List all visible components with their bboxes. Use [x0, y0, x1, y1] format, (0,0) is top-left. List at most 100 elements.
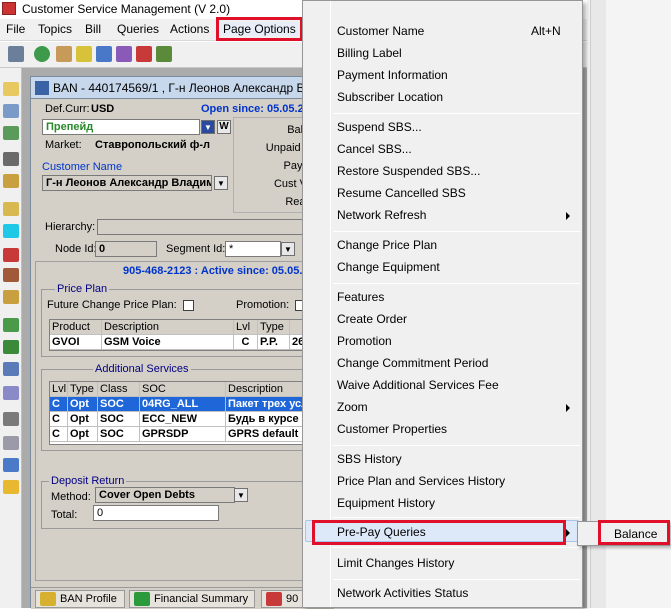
menu-item-zoom[interactable]: Zoom — [337, 400, 368, 414]
menu-topics[interactable]: Topics — [36, 22, 74, 36]
menu-separator — [333, 231, 580, 232]
prepay-select[interactable]: Препейд — [42, 119, 200, 135]
chevron-down-icon[interactable]: ▼ — [234, 488, 248, 502]
menu-file[interactable]: File — [4, 22, 27, 36]
future-change-checkbox[interactable] — [183, 300, 194, 311]
menu-page-options[interactable]: Page Options — [216, 17, 303, 41]
table-row-cell[interactable]: GVOI — [50, 335, 102, 350]
calculator-icon[interactable] — [3, 152, 19, 166]
transfer-icon[interactable] — [3, 290, 19, 304]
table-row-cell[interactable]: GSM Voice — [102, 335, 234, 350]
menu-item-payment-information[interactable]: Payment Information — [337, 68, 448, 82]
chevron-down-icon[interactable]: ▼ — [201, 120, 215, 134]
menu-item-resume-cancelled-sbs[interactable]: Resume Cancelled SBS — [337, 186, 466, 200]
vertical-scrollbar[interactable] — [590, 0, 606, 608]
tab-ban-profile-label: BAN Profile — [60, 593, 117, 605]
menu-item-promotion[interactable]: Promotion — [337, 334, 392, 348]
table-row-cell[interactable]: GPRSDP — [140, 427, 226, 442]
total-label: Total: — [51, 509, 78, 521]
menu-queries[interactable]: Queries — [115, 22, 161, 36]
menu-item-customer-properties[interactable]: Customer Properties — [337, 422, 447, 436]
menu-bill[interactable]: Bill — [83, 22, 103, 36]
hierarchy-field[interactable] — [97, 219, 331, 235]
menu-item-network-refresh[interactable]: Network Refresh — [337, 208, 426, 222]
table-row-cell[interactable]: SOC — [98, 412, 140, 427]
table-row-cell[interactable]: SOC — [98, 427, 140, 442]
ban-window-title: BAN - 440174569/1 , Г-н Леонов Александр… — [53, 81, 315, 95]
customer-name-field[interactable]: Г-н Леонов Александр Владим — [42, 175, 212, 191]
node-id-field[interactable]: 0 — [95, 241, 157, 257]
table-row-cell[interactable]: SOC — [98, 397, 140, 412]
table-row-cell[interactable]: C — [234, 335, 258, 350]
menu-item-sbs-history[interactable]: SBS History — [337, 452, 402, 466]
pp-col-lvl: Lvl — [234, 320, 258, 335]
w-button[interactable]: W — [217, 120, 231, 134]
table-row-cell[interactable]: ECC_NEW — [140, 412, 226, 427]
menu-item-features[interactable]: Features — [337, 290, 384, 304]
menu-item-limit-changes-history[interactable]: Limit Changes History — [337, 556, 454, 570]
deposit-return-label: Deposit Return — [49, 475, 127, 487]
table-row-cell[interactable]: P.P. — [258, 335, 290, 350]
menu-item-change-commitment-period[interactable]: Change Commitment Period — [337, 356, 488, 370]
notes-icon[interactable] — [3, 202, 19, 216]
note-icon[interactable] — [116, 46, 132, 62]
table-row-cell[interactable]: 04RG_ALL — [140, 397, 226, 412]
pencil-icon[interactable] — [3, 248, 19, 262]
menu-item-suspend-sbs[interactable]: Suspend SBS... — [337, 120, 422, 134]
table-row-cell[interactable]: Opt — [68, 397, 98, 412]
menu-item-change-equipment[interactable]: Change Equipment — [337, 260, 440, 274]
menu-actions[interactable]: Actions — [168, 22, 211, 36]
save-icon[interactable] — [3, 412, 19, 426]
list-icon[interactable] — [3, 318, 19, 332]
method-select[interactable]: Cover Open Debts — [95, 487, 235, 503]
menu-item-change-price-plan[interactable]: Change Price Plan — [337, 238, 437, 252]
people-icon[interactable] — [3, 480, 19, 494]
table-row-cell[interactable]: C — [50, 397, 68, 412]
table-row-cell[interactable]: C — [50, 412, 68, 427]
menu-item-restore-suspended-sbs[interactable]: Restore Suspended SBS... — [337, 164, 480, 178]
total-field[interactable]: 0 — [93, 505, 219, 521]
menu-separator — [333, 113, 580, 114]
cyan-square-icon[interactable] — [3, 224, 19, 238]
menu-item-billing-label[interactable]: Billing Label — [337, 46, 402, 60]
ban-window: BAN - 440174569/1 , Г-н Леонов Александр… — [30, 76, 335, 609]
price-plan-table: Product Description Lvl Type GVOI GSM Vo… — [49, 319, 334, 351]
segment-id-field[interactable]: * — [225, 241, 281, 257]
submenu-arrow-icon — [566, 212, 570, 220]
refresh-icon[interactable] — [34, 46, 50, 62]
menu-item-customer-name[interactable]: Customer Name — [337, 24, 424, 38]
properties-icon[interactable] — [8, 46, 24, 62]
phone-icon[interactable] — [96, 46, 112, 62]
arrows-icon[interactable] — [3, 126, 19, 140]
stack-icon[interactable] — [3, 340, 19, 354]
tab-ban-profile[interactable]: BAN Profile — [35, 590, 125, 608]
chevron-down-icon[interactable]: ▼ — [214, 176, 228, 190]
as-col-soc: SOC — [140, 382, 226, 397]
menu-item-price-plan-services-history[interactable]: Price Plan and Services History — [337, 474, 505, 488]
menu-item-waive-additional-services-fee[interactable]: Waive Additional Services Fee — [337, 378, 499, 392]
table-row-cell[interactable]: C — [50, 427, 68, 442]
server-icon[interactable] — [3, 436, 19, 450]
chevron-down-icon[interactable]: ▼ — [281, 242, 295, 256]
menu-item-subscriber-location[interactable]: Subscriber Location — [337, 90, 443, 104]
tab-subscriber-label: 90 — [286, 593, 299, 605]
menu-item-network-activities-status[interactable]: Network Activities Status — [337, 586, 468, 600]
print-icon[interactable] — [3, 386, 19, 400]
report-icon[interactable] — [3, 362, 19, 376]
tab-financial-summary[interactable]: Financial Summary — [129, 590, 255, 608]
alert-icon[interactable] — [136, 46, 152, 62]
menu-item-cancel-sbs[interactable]: Cancel SBS... — [337, 142, 412, 156]
money-icon[interactable] — [156, 46, 172, 62]
menu-item-equipment-history[interactable]: Equipment History — [337, 496, 435, 510]
phone-book-icon[interactable] — [3, 174, 19, 188]
customer-icon[interactable] — [56, 46, 72, 62]
person-card-icon[interactable] — [76, 46, 92, 62]
menu-item-create-order[interactable]: Create Order — [337, 312, 407, 326]
document-icon[interactable] — [3, 104, 19, 118]
folder-icon[interactable] — [3, 82, 19, 96]
table-row-cell[interactable]: Opt — [68, 412, 98, 427]
money-bag-icon — [134, 592, 150, 606]
window-icon[interactable] — [3, 458, 19, 472]
tools-icon[interactable] — [3, 268, 19, 282]
table-row-cell[interactable]: Opt — [68, 427, 98, 442]
